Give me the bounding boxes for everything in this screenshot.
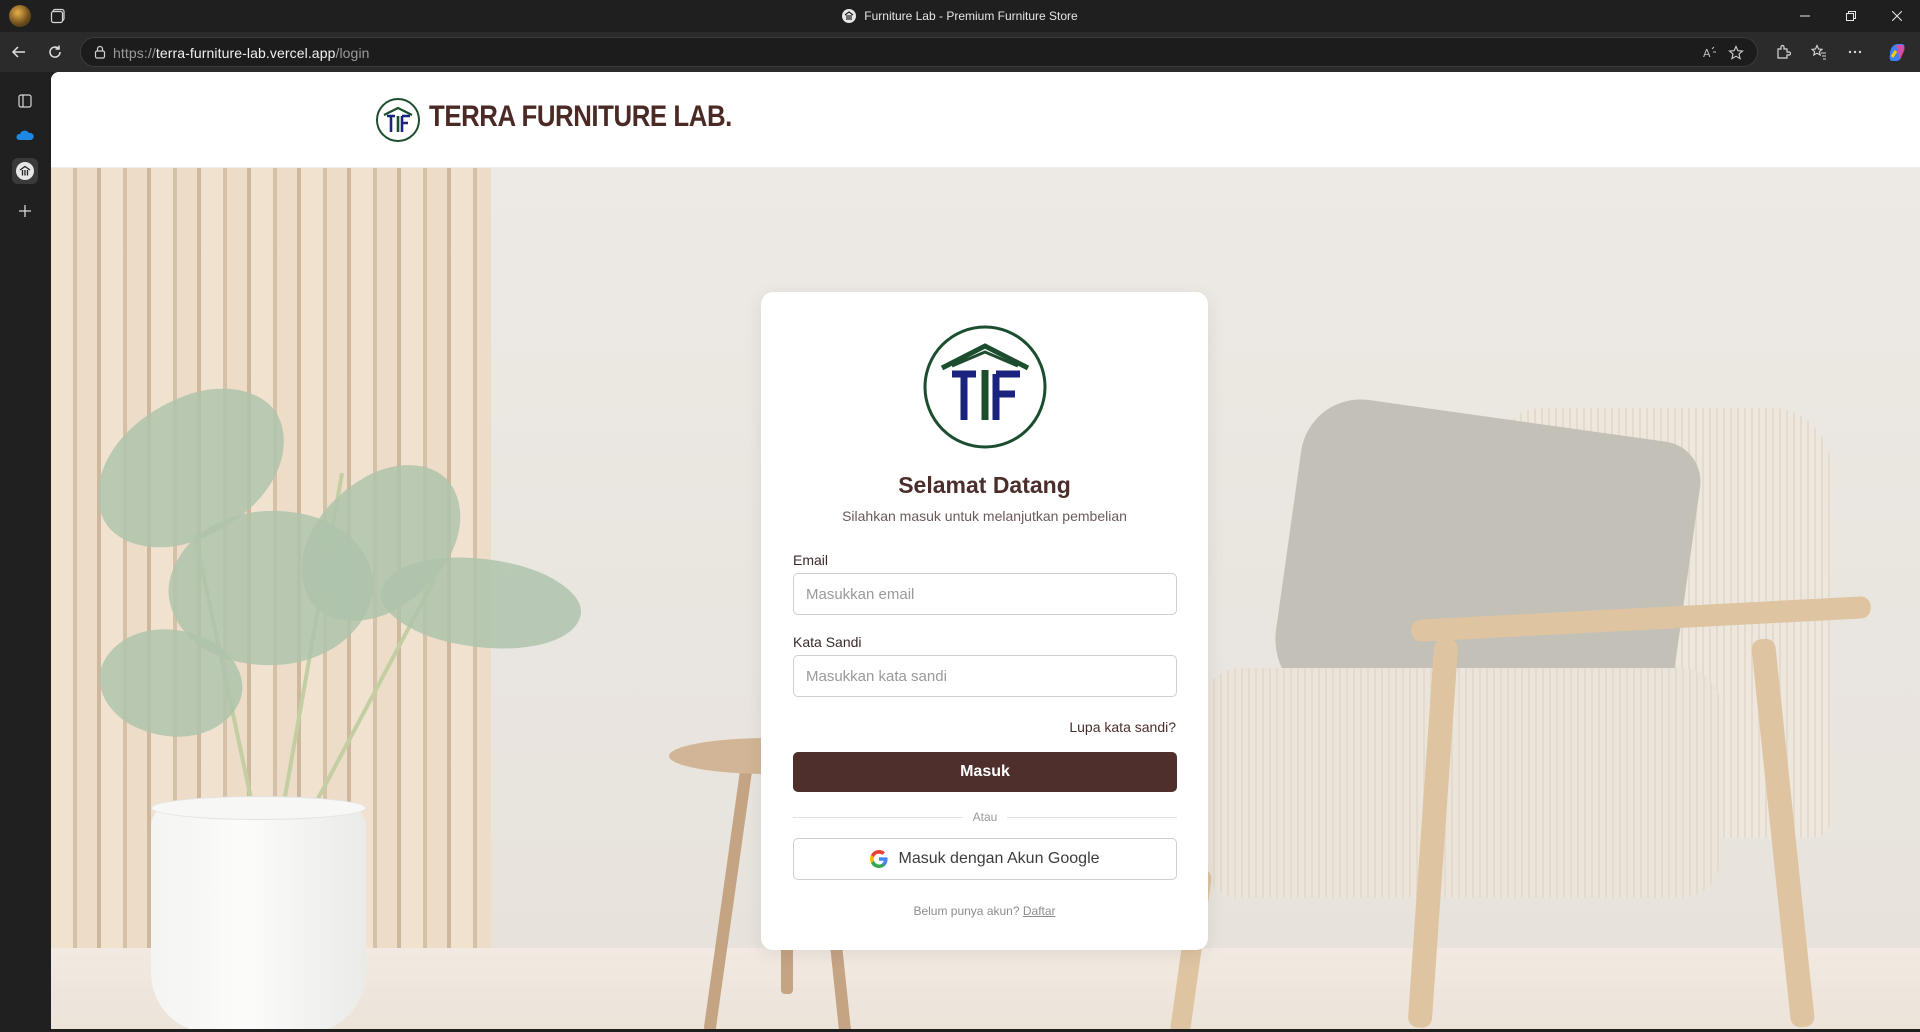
password-label: Kata Sandi bbox=[793, 634, 862, 650]
site-favicon-icon bbox=[842, 9, 857, 23]
site-tab-icon[interactable] bbox=[12, 158, 38, 184]
url-host: terra-furniture-lab.vercel.app bbox=[155, 45, 336, 61]
browser-sidebar bbox=[0, 72, 50, 1032]
new-tab-icon[interactable] bbox=[12, 198, 38, 224]
login-title: Selamat Datang bbox=[898, 472, 1071, 498]
back-icon bbox=[11, 46, 25, 58]
brand-logo-icon[interactable] bbox=[375, 97, 421, 143]
tab-list-icon[interactable] bbox=[12, 88, 38, 114]
google-login-label: Masuk dengan Akun Google bbox=[898, 850, 1100, 867]
back-button[interactable] bbox=[7, 40, 31, 64]
login-card: Selamat Datang Silahkan masuk untuk mela… bbox=[761, 292, 1208, 950]
read-aloud-icon[interactable]: A bbox=[1701, 44, 1719, 62]
forgot-password-link[interactable]: Lupa kata sandi? bbox=[1069, 719, 1176, 735]
divider-label: Atau bbox=[972, 810, 998, 824]
login-subtitle: Silahkan masuk untuk melanjutkan pembeli… bbox=[842, 508, 1127, 524]
brand-logo-icon bbox=[923, 325, 1047, 449]
google-icon bbox=[870, 850, 889, 868]
onedrive-icon[interactable] bbox=[12, 122, 38, 148]
more-icon[interactable] bbox=[1843, 40, 1867, 64]
page-viewport: TERRA FURNITURE LAB. Selamat Datang Sila… bbox=[51, 72, 1920, 1029]
site-header: TERRA FURNITURE LAB. bbox=[51, 72, 1920, 168]
password-field[interactable] bbox=[793, 655, 1177, 697]
login-button[interactable]: Masuk bbox=[793, 752, 1177, 792]
window-title: Furniture Lab - Premium Furniture Store bbox=[0, 0, 1920, 32]
signup-prompt: Belum punya akun? Daftar bbox=[761, 904, 1208, 918]
signup-link[interactable]: Daftar bbox=[1023, 904, 1056, 918]
refresh-icon bbox=[49, 45, 61, 58]
url-text[interactable]: https://terra-furniture-lab.vercel.app/l… bbox=[113, 45, 370, 61]
or-divider: Atau bbox=[793, 810, 1177, 824]
url-scheme: https:// bbox=[113, 45, 156, 61]
brand-name[interactable]: TERRA FURNITURE LAB. bbox=[429, 100, 732, 134]
browser-toolbar: https://terra-furniture-lab.vercel.app/l… bbox=[0, 32, 1920, 72]
signup-prompt-text: Belum punya akun? bbox=[913, 904, 1020, 918]
email-field[interactable] bbox=[793, 573, 1177, 615]
svg-text:A: A bbox=[1703, 47, 1711, 60]
restore-button[interactable] bbox=[1828, 0, 1874, 32]
url-path: /login bbox=[335, 45, 370, 61]
refresh-button[interactable] bbox=[43, 40, 67, 64]
copilot-icon[interactable] bbox=[1885, 40, 1909, 64]
browser-title-bar: Furniture Lab - Premium Furniture Store bbox=[0, 0, 1920, 32]
favorites-icon[interactable] bbox=[1807, 40, 1831, 64]
close-window-button[interactable] bbox=[1874, 0, 1920, 32]
extensions-icon[interactable] bbox=[1771, 40, 1795, 64]
minimize-button[interactable] bbox=[1782, 0, 1828, 32]
lock-icon[interactable] bbox=[93, 45, 107, 59]
favorite-star-icon[interactable] bbox=[1727, 44, 1745, 62]
google-login-button[interactable]: Masuk dengan Akun Google bbox=[793, 838, 1177, 880]
tab-title: Furniture Lab - Premium Furniture Store bbox=[864, 9, 1078, 23]
address-bar[interactable]: https://terra-furniture-lab.vercel.app/l… bbox=[80, 37, 1758, 67]
email-label: Email bbox=[793, 552, 829, 568]
